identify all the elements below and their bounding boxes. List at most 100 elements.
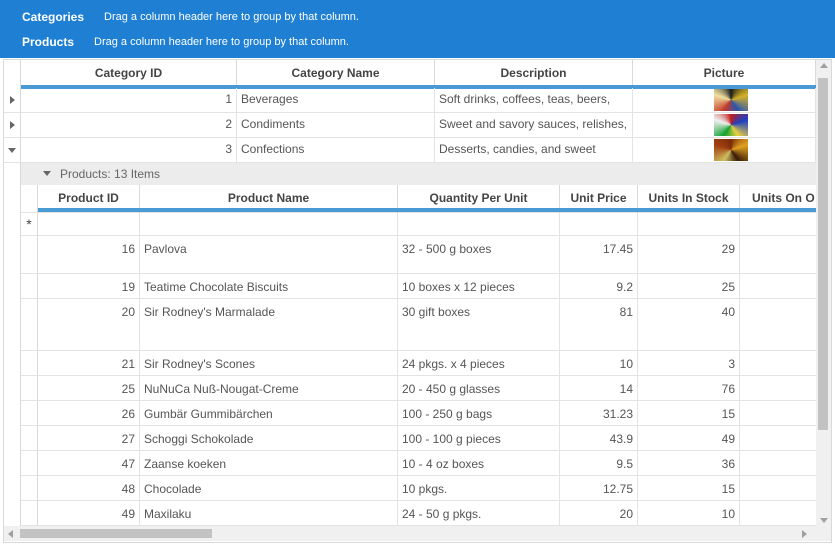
quantity-cell[interactable]: 24 pkgs. x 4 pieces bbox=[398, 351, 560, 375]
quantity-cell[interactable]: 32 - 500 g boxes bbox=[398, 236, 560, 273]
product-id-cell[interactable]: 26 bbox=[38, 401, 140, 425]
units-in-stock-cell[interactable]: 29 bbox=[638, 236, 740, 273]
units-on-order-cell[interactable] bbox=[740, 274, 816, 298]
column-header-description[interactable]: Description bbox=[435, 60, 633, 88]
product-id-cell[interactable] bbox=[38, 213, 140, 235]
product-id-cell[interactable]: 47 bbox=[38, 451, 140, 475]
product-row[interactable]: 21 Sir Rodney's Scones 24 pkgs. x 4 pieces… bbox=[21, 351, 816, 376]
units-on-order-cell[interactable] bbox=[740, 299, 816, 350]
product-name-cell[interactable]: NuNuCa Nuß-Nougat-Creme bbox=[140, 376, 398, 400]
unit-price-cell[interactable]: 12.75 bbox=[560, 476, 638, 500]
units-on-order-cell[interactable] bbox=[740, 376, 816, 400]
units-in-stock-cell[interactable]: 10 bbox=[638, 501, 740, 525]
collapse-toggle[interactable] bbox=[4, 138, 21, 162]
row-indicator[interactable] bbox=[21, 401, 38, 425]
product-name-cell[interactable]: Teatime Chocolate Biscuits bbox=[140, 274, 398, 298]
product-row[interactable]: 49 Maxilaku 24 - 50 g pkgs. 20 10 bbox=[21, 501, 816, 526]
product-row[interactable]: 25 NuNuCa Nuß-Nougat-Creme 20 - 450 g glas… bbox=[21, 376, 816, 401]
product-id-cell[interactable]: 21 bbox=[38, 351, 140, 375]
group-by-panel[interactable]: Categories Drag a column header here to … bbox=[0, 0, 835, 58]
units-on-order-cell[interactable] bbox=[740, 451, 816, 475]
product-name-cell[interactable]: Pavlova bbox=[140, 236, 398, 273]
expand-toggle[interactable] bbox=[4, 113, 21, 137]
product-name-cell[interactable]: Zaanse koeken bbox=[140, 451, 398, 475]
units-on-order-cell[interactable] bbox=[740, 501, 816, 525]
product-row[interactable]: 20 Sir Rodney's Marmalade 30 gift boxes 81 4… bbox=[21, 299, 816, 351]
units-on-order-cell[interactable] bbox=[740, 426, 816, 450]
column-header-category-id[interactable]: Category ID bbox=[21, 60, 237, 88]
row-indicator[interactable] bbox=[21, 351, 38, 375]
unit-price-cell[interactable] bbox=[560, 213, 638, 235]
quantity-cell[interactable]: 20 - 450 g glasses bbox=[398, 376, 560, 400]
units-in-stock-cell[interactable]: 25 bbox=[638, 274, 740, 298]
quantity-cell[interactable]: 30 gift boxes bbox=[398, 299, 560, 350]
quantity-cell[interactable]: 10 - 4 oz boxes bbox=[398, 451, 560, 475]
row-indicator[interactable] bbox=[21, 299, 38, 350]
units-in-stock-cell[interactable]: 3 bbox=[638, 351, 740, 375]
horizontal-scroll-thumb[interactable] bbox=[20, 529, 212, 538]
unit-price-cell[interactable]: 17.45 bbox=[560, 236, 638, 273]
product-name-cell[interactable]: Sir Rodney's Marmalade bbox=[140, 299, 398, 350]
unit-price-cell[interactable]: 43.9 bbox=[560, 426, 638, 450]
unit-price-cell[interactable]: 9.5 bbox=[560, 451, 638, 475]
product-name-cell[interactable]: Gumbär Gummibärchen bbox=[140, 401, 398, 425]
product-id-cell[interactable]: 27 bbox=[38, 426, 140, 450]
units-in-stock-cell[interactable]: 15 bbox=[638, 476, 740, 500]
quantity-cell[interactable]: 100 - 250 g bags bbox=[398, 401, 560, 425]
quantity-cell[interactable]: 10 boxes x 12 pieces bbox=[398, 274, 560, 298]
row-indicator[interactable] bbox=[21, 376, 38, 400]
column-header-category-name[interactable]: Category Name bbox=[237, 60, 435, 88]
product-row[interactable]: 47 Zaanse koeken 10 - 4 oz boxes 9.5 36 bbox=[21, 451, 816, 476]
row-indicator[interactable] bbox=[21, 476, 38, 500]
category-row[interactable]: 2 Condiments Sweet and savory sauces, re… bbox=[4, 113, 816, 138]
product-row[interactable]: 26 Gumbär Gummibärchen 100 - 250 g bags 31.… bbox=[21, 401, 816, 426]
units-in-stock-cell[interactable]: 76 bbox=[638, 376, 740, 400]
row-indicator[interactable] bbox=[21, 451, 38, 475]
product-row[interactable]: 19 Teatime Chocolate Biscuits 10 boxes x 1… bbox=[21, 274, 816, 299]
scroll-up-icon[interactable] bbox=[820, 63, 828, 68]
vertical-scrollbar[interactable] bbox=[816, 60, 831, 526]
quantity-cell[interactable]: 10 pkgs. bbox=[398, 476, 560, 500]
row-indicator[interactable] bbox=[21, 501, 38, 525]
unit-price-cell[interactable]: 81 bbox=[560, 299, 638, 350]
product-row[interactable]: 27 Schoggi Schokolade 100 - 100 g pieces 43… bbox=[21, 426, 816, 451]
product-name-cell[interactable]: Sir Rodney's Scones bbox=[140, 351, 398, 375]
quantity-cell[interactable]: 100 - 100 g pieces bbox=[398, 426, 560, 450]
quantity-cell[interactable]: 24 - 50 g pkgs. bbox=[398, 501, 560, 525]
units-on-order-cell[interactable] bbox=[740, 401, 816, 425]
units-in-stock-cell[interactable] bbox=[638, 213, 740, 235]
row-indicator[interactable] bbox=[21, 274, 38, 298]
horizontal-scrollbar[interactable] bbox=[4, 526, 816, 541]
product-id-cell[interactable]: 25 bbox=[38, 376, 140, 400]
product-id-cell[interactable]: 49 bbox=[38, 501, 140, 525]
units-in-stock-cell[interactable]: 49 bbox=[638, 426, 740, 450]
product-id-cell[interactable]: 20 bbox=[38, 299, 140, 350]
unit-price-cell[interactable]: 31.23 bbox=[560, 401, 638, 425]
product-id-cell[interactable]: 16 bbox=[38, 236, 140, 273]
units-on-order-cell[interactable] bbox=[740, 476, 816, 500]
row-indicator[interactable] bbox=[21, 426, 38, 450]
row-indicator[interactable] bbox=[21, 236, 38, 273]
product-name-cell[interactable]: Chocolade bbox=[140, 476, 398, 500]
unit-price-cell[interactable]: 14 bbox=[560, 376, 638, 400]
quantity-cell[interactable] bbox=[398, 213, 560, 235]
scroll-right-icon[interactable] bbox=[802, 530, 807, 538]
vertical-scroll-thumb[interactable] bbox=[818, 78, 828, 430]
unit-price-cell[interactable]: 10 bbox=[560, 351, 638, 375]
product-id-cell[interactable]: 19 bbox=[38, 274, 140, 298]
unit-price-cell[interactable]: 9.2 bbox=[560, 274, 638, 298]
product-name-cell[interactable]: Maxilaku bbox=[140, 501, 398, 525]
units-on-order-cell[interactable] bbox=[740, 236, 816, 273]
units-on-order-cell[interactable] bbox=[740, 213, 816, 235]
category-row[interactable]: 1 Beverages Soft drinks, coffees, teas, … bbox=[4, 88, 816, 113]
scroll-left-icon[interactable] bbox=[8, 530, 13, 538]
unit-price-cell[interactable]: 20 bbox=[560, 501, 638, 525]
units-in-stock-cell[interactable]: 40 bbox=[638, 299, 740, 350]
scroll-down-icon[interactable] bbox=[820, 518, 828, 523]
product-name-cell[interactable]: Schoggi Schokolade bbox=[140, 426, 398, 450]
product-row[interactable]: 16 Pavlova 32 - 500 g boxes 17.45 29 bbox=[21, 236, 816, 274]
units-in-stock-cell[interactable]: 15 bbox=[638, 401, 740, 425]
products-title-bar[interactable]: Products: 13 Items bbox=[21, 163, 816, 185]
product-name-cell[interactable] bbox=[140, 213, 398, 235]
new-row[interactable]: * bbox=[21, 213, 816, 236]
